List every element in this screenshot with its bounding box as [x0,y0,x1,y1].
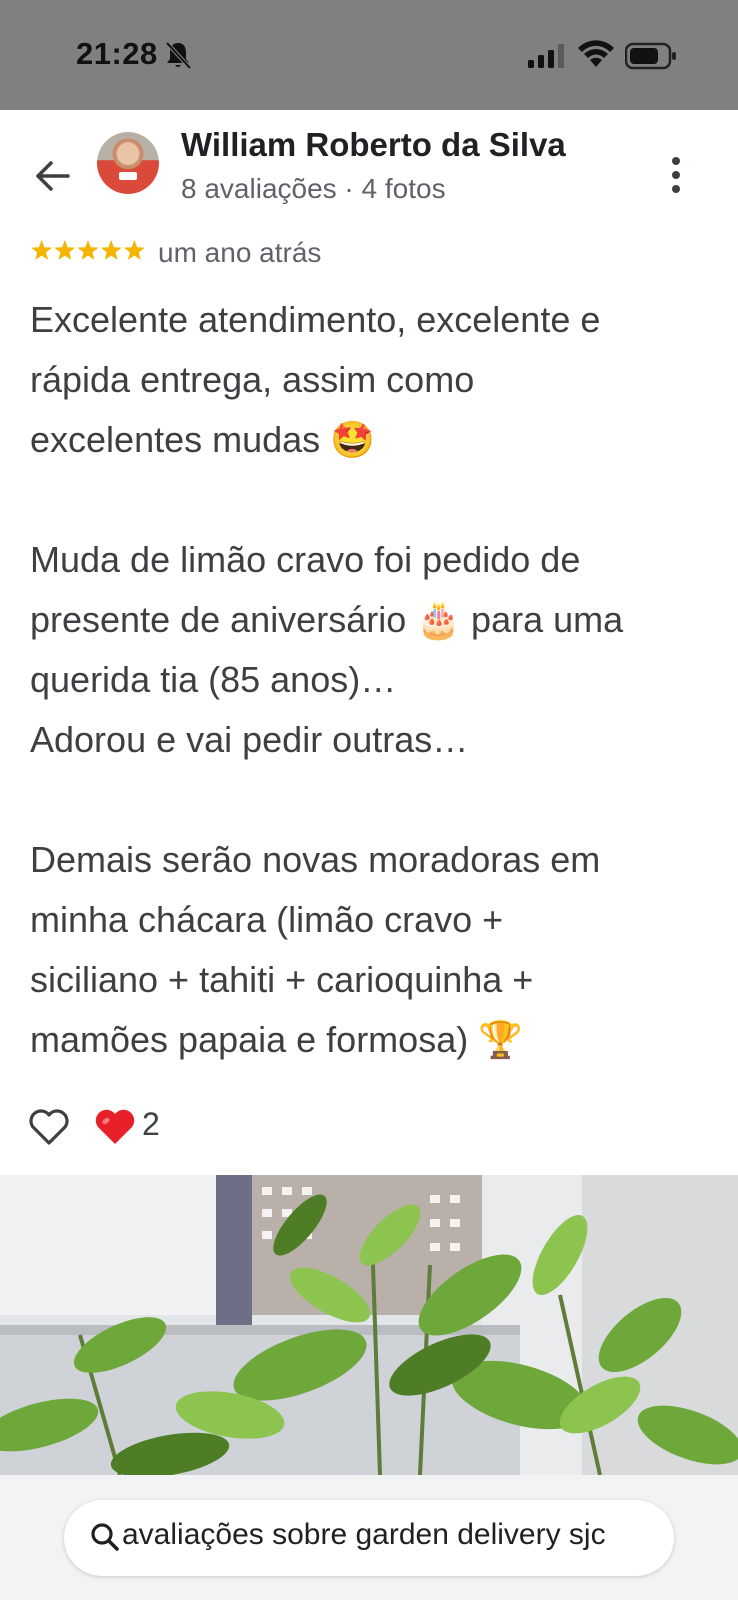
more-vert-icon[interactable] [668,155,684,195]
review-photo[interactable] [0,1175,738,1475]
avatar[interactable] [97,132,159,194]
reaction-count: 2 [142,1106,160,1142]
review-line: siciliano + tahiti + carioquinha + [30,959,534,1000]
star-rating [31,240,145,260]
arrow-left-icon[interactable] [32,158,72,194]
plant-photo-illustration [0,1175,738,1475]
wifi-icon [578,40,614,67]
star-icon [77,240,99,260]
review-line: minha chácara (limão cravo + [30,899,504,940]
review-text: Excelente atendimento, excelente e rápid… [30,290,720,1070]
review-line: presente de aniversário 🎂 para uma [30,599,624,640]
review-line: Demais serão novas moradoras em [30,839,601,880]
review-line: rápida entrega, assim como [30,359,475,400]
star-icon [54,240,76,260]
battery-icon [625,42,676,70]
status-time: 21:28 [76,36,158,71]
heart-outline-icon[interactable] [28,1108,70,1146]
review-paragraph: Muda de limão cravo foi pedido de presen… [30,530,720,770]
star-icon [100,240,122,260]
star-icon [123,240,145,260]
review-line: Excelente atendimento, excelente e [30,299,601,340]
red-heart-icon[interactable] [94,1108,136,1146]
review-line: mamões papaia e formosa) 🏆 [30,1019,524,1060]
user-name[interactable]: William Roberto da Silva [181,126,566,164]
signal-icon [528,44,564,68]
review-line: Muda de limão cravo foi pedido de [30,539,581,580]
review-line: querida tia (85 anos)… [30,659,397,700]
bell-off-icon [165,41,192,70]
review-date: um ano atrás [158,237,322,268]
user-review-count: 8 avaliações · 4 fotos [181,173,446,204]
search-icon [91,1523,119,1551]
review-line: Adorou e vai pedir outras… [30,719,469,760]
search-reviews-text[interactable]: avaliações sobre garden delivery sjc [122,1518,606,1552]
star-icon [31,240,53,260]
review-line: excelentes mudas 🤩 [30,419,375,460]
review-paragraph: Demais serão novas moradoras em minha ch… [30,830,720,1070]
review-paragraph: Excelente atendimento, excelente e rápid… [30,290,720,470]
